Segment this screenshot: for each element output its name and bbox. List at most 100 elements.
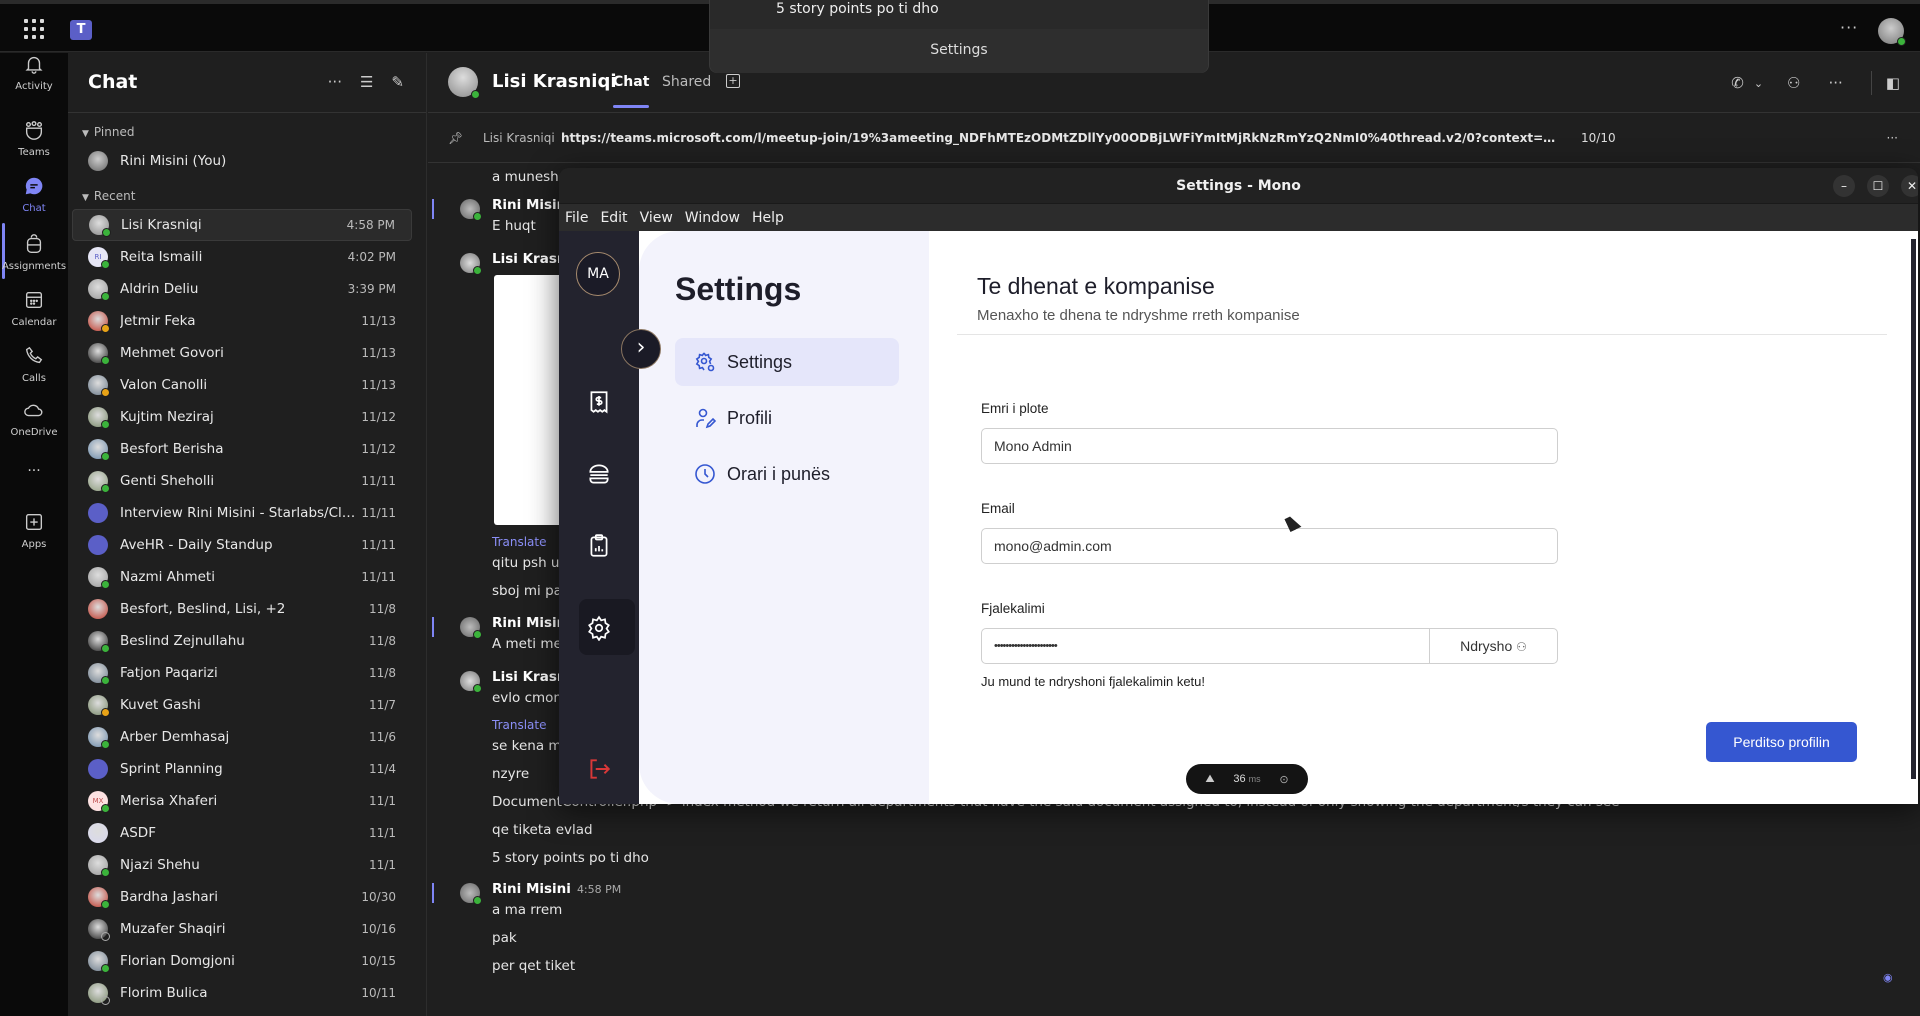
chat-time: 4:02 PM [347,250,396,264]
email-input[interactable]: mono@admin.com [981,528,1558,564]
pinned-section-header[interactable]: ▼ Pinned [68,119,426,145]
receipt-dollar-icon[interactable] [586,389,612,415]
password-input[interactable]: •••••••••••••••••••••• [982,629,1429,663]
more-options-icon[interactable]: ··· [1840,18,1858,37]
menu-view[interactable]: View [640,210,673,226]
chat-item[interactable]: Lisi Krasniqi 4:58 PM [72,209,412,241]
target-icon[interactable]: ⊙ [1279,773,1288,786]
chat-item[interactable]: ASDF 11/1 [72,817,412,849]
chat-item[interactable]: Sprint Planning 11/4 [72,753,412,785]
presence-indicator [101,900,110,909]
avatar [88,599,108,619]
rail-apps[interactable]: Apps [0,511,68,550]
chat-item[interactable]: Interview Rini Misini - Starlabs/Cla... 1… [72,497,412,529]
new-chat-icon[interactable]: ✎ [391,73,404,91]
chat-item[interactable]: AveHR - Daily Standup 11/11 [72,529,412,561]
rail-onedrive[interactable]: OneDrive [0,399,68,438]
rail-calls[interactable]: Calls [0,345,68,384]
tab-shared[interactable]: Shared [662,74,711,90]
chat-item-pinned[interactable]: Rini Misini (You) [72,145,412,177]
rail-assignments[interactable]: Assignments [0,233,68,272]
recent-section-header[interactable]: ▼ Recent [68,183,426,209]
translate-link[interactable]: Translate [492,535,547,549]
burger-food-icon[interactable] [586,461,612,487]
avatar [460,617,482,639]
chat-item[interactable]: Jetmir Feka 11/13 [72,305,412,337]
chat-item[interactable]: Florian Domgjoni 10/15 [72,945,412,977]
menu-window[interactable]: Window [685,210,740,226]
clipboard-chart-icon[interactable] [586,533,612,559]
chat-name: Reita Ismaili [120,249,203,265]
chat-item[interactable]: Muzafer Shaqiri 10/16 [72,913,412,945]
translate-link[interactable]: Translate [492,718,547,732]
settings-gear-icon[interactable] [586,615,612,641]
chat-time: 10/15 [361,954,396,968]
add-people-icon[interactable]: ⚇ [1787,74,1800,92]
menu-help[interactable]: Help [752,210,784,226]
pinned-message-bar[interactable]: 📌︎ Lisi Krasniqi https://teams.microsoft… [428,113,1920,163]
maximize-button[interactable]: ☐ [1867,175,1889,197]
devtools-badge[interactable]: ⛰ 36 ms ⊙ [1186,764,1308,794]
change-password-button[interactable]: Ndrysho ⚇ [1429,629,1557,663]
chat-item[interactable]: RI Reita Ismaili 4:02 PM [72,241,412,273]
expand-sidebar-button[interactable]: › [621,329,661,369]
contact-avatar[interactable] [448,67,480,99]
chat-item[interactable]: Fatjon Paqarizi 11/8 [72,657,412,689]
pinned-url[interactable]: https://teams.microsoft.com/l/meetup-joi… [561,113,1561,163]
tab-chat[interactable]: Chat [613,74,650,108]
chat-item[interactable]: Kujtim Neziraj 11/12 [72,401,412,433]
profile-avatar[interactable] [1878,18,1906,46]
chat-item[interactable]: Valon Canolli 11/13 [72,369,412,401]
rail-calendar[interactable]: Calendar [0,289,68,328]
chat-item[interactable]: Aldrin Deliu 3:39 PM [72,273,412,305]
chat-item[interactable]: Besfort, Beslind, Lisi, +2 11/8 [72,593,412,625]
menu-edit[interactable]: Edit [600,210,627,226]
presence-indicator [101,388,110,397]
notification-settings-button[interactable]: Settings [710,29,1208,73]
close-button[interactable]: ✕ [1901,175,1918,197]
chat-item[interactable]: Kuvet Gashi 11/7 [72,689,412,721]
rail-activity[interactable]: Activity [0,53,68,92]
chat-item[interactable]: MX Merisa Xhaferi 11/1 [72,785,412,817]
chat-item[interactable]: Njazi Shehu 11/1 [72,849,412,881]
menu-bar: File Edit View Window Help [559,204,1918,231]
avatar: RI [88,247,110,269]
more-options-icon[interactable]: ··· [1887,113,1898,163]
menu-file[interactable]: File [565,210,588,226]
chat-item[interactable]: Beslind Zejnullahu 11/8 [72,625,412,657]
chat-item[interactable]: Mehmet Govori 11/13 [72,337,412,369]
mono-sidebar: MA [559,231,639,804]
nav-orari[interactable]: Orari i punës [675,450,899,498]
chevron-down-icon[interactable]: ⌄ [1754,77,1763,90]
update-profile-button[interactable]: Perditso profilin [1706,722,1857,762]
nav-profili[interactable]: Profili [675,394,899,442]
user-avatar[interactable]: MA [576,252,620,296]
chat-item[interactable]: Bardha Jashari 10/30 [72,881,412,913]
rail-teams[interactable]: Teams [0,119,68,158]
chat-item[interactable]: Nazmi Ahmeti 11/11 [72,561,412,593]
rail-chat[interactable]: Chat [0,175,68,214]
chat-item[interactable]: Besfort Berisha 11/12 [72,433,412,465]
chat-name: Fatjon Paqarizi [120,665,218,681]
window-titlebar[interactable]: Settings - Mono – ☐ ✕ [559,168,1918,204]
recent-chat-list: Lisi Krasniqi 4:58 PM RI Reita Ismaili 4:02 … [68,209,426,1009]
rail-more[interactable]: ··· [0,463,68,479]
nav-settings[interactable]: Settings [675,338,899,386]
chat-name: Genti Sheholli [120,473,215,489]
filter-icon[interactable]: ☰ [360,73,373,91]
side-panel-icon[interactable]: ◧ [1886,74,1900,92]
more-options-icon[interactable]: ··· [1829,74,1843,92]
full-name-input[interactable]: Mono Admin [981,428,1558,464]
app-launcher-icon[interactable] [24,19,44,39]
logout-icon[interactable] [586,756,612,782]
more-options-icon[interactable]: ··· [328,73,342,91]
chat-name: Muzafer Shaqiri [120,921,226,937]
add-tab-icon[interactable]: + [726,74,740,88]
minimize-button[interactable]: – [1833,175,1855,197]
scrollbar[interactable] [1911,239,1916,779]
call-icon[interactable]: ✆ [1731,74,1744,92]
chat-item[interactable]: Arber Demhasaj 11/6 [72,721,412,753]
chat-item[interactable]: Genti Sheholli 11/11 [72,465,412,497]
chat-item[interactable]: Florim Bulica 10/11 [72,977,412,1009]
notification-popup[interactable]: 5 story points po ti dho Settings [709,0,1209,73]
